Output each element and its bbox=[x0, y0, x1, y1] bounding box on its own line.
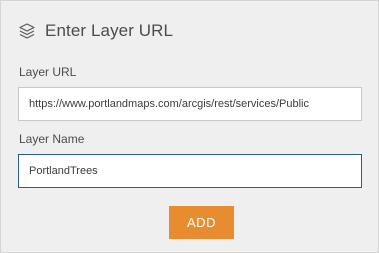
enter-layer-url-panel: Enter Layer URL Layer URL Layer Name ADD bbox=[0, 0, 379, 253]
layer-name-label: Layer Name bbox=[19, 132, 85, 146]
layers-icon bbox=[18, 22, 36, 40]
add-button[interactable]: ADD bbox=[169, 206, 234, 239]
layer-url-label: Layer URL bbox=[19, 65, 77, 79]
panel-title: Enter Layer URL bbox=[45, 21, 174, 40]
layer-name-input[interactable] bbox=[18, 154, 362, 188]
panel-header: Enter Layer URL bbox=[18, 19, 173, 43]
layer-url-input[interactable] bbox=[18, 87, 362, 121]
